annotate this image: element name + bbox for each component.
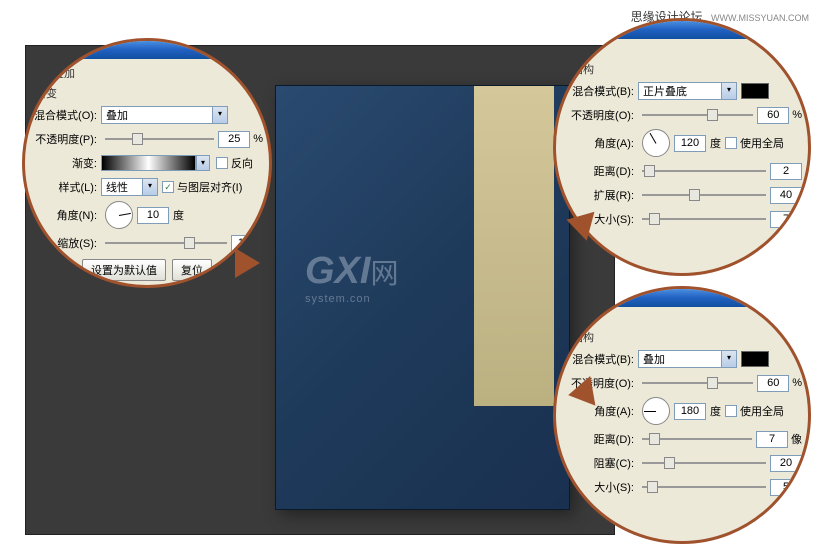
gradient-picker[interactable] [101,155,196,171]
size-slider[interactable] [642,211,766,227]
choke-slider[interactable] [642,455,766,471]
style-dropdown[interactable]: 线性▾ [101,178,158,196]
pct-label: % [792,377,802,389]
angle-unit: 度 [173,207,184,223]
spread-slider[interactable] [642,187,766,203]
angle-input[interactable]: 180 [674,403,706,420]
panel-title: 渐变叠加 [31,65,263,81]
section-label: 渐变 [35,85,263,101]
logo-sub: system.con [305,293,398,305]
opacity-slider[interactable] [105,131,214,147]
blend-mode-dropdown[interactable]: 叠加▾ [638,350,737,368]
angle-unit: 度 [710,403,721,419]
logo-tail: 网 [370,258,398,289]
chevron-down-icon[interactable]: ▾ [196,155,210,171]
angle-label: 角度(A): [568,135,638,151]
section-label: 结构 [572,329,802,345]
gradient-label: 渐变: [31,155,101,171]
blend-mode-label: 混合模式(B): [568,351,638,367]
opacity-input[interactable]: 25 [218,131,250,148]
bubble-pointer [566,376,596,410]
spread-input[interactable]: 40 [770,187,802,204]
reverse-checkbox[interactable] [216,157,228,169]
color-swatch[interactable] [741,83,769,99]
distance-label: 距离(D): [568,163,638,179]
gx-logo: GXI网 system.con [305,250,398,305]
angle-dial[interactable] [642,397,670,425]
section-label: 结构 [572,61,802,77]
blend-mode-label: 混合模式(B): [568,83,638,99]
blend-mode-label: 混合模式(O): [31,107,101,123]
global-label: 使用全局 [740,403,784,419]
opacity-slider[interactable] [642,107,753,123]
choke-input[interactable]: 20 [770,455,802,472]
spread-label: 扩展(R): [568,187,638,203]
angle-label: 角度(N): [31,207,101,223]
global-label: 使用全局 [740,135,784,151]
chevron-down-icon: ▾ [721,83,736,99]
global-checkbox[interactable] [725,137,737,149]
blend-mode-dropdown[interactable]: 正片叠底▾ [638,82,737,100]
distance-input[interactable]: 2 [770,163,802,180]
style-label: 样式(L): [31,179,101,195]
opacity-label: 不透明度(O): [568,107,638,123]
opacity-input[interactable]: 60 [757,107,789,124]
opacity-label: 不透明度(P): [31,131,101,147]
angle-dial[interactable] [642,129,670,157]
align-label: 与图层对齐(I) [177,179,242,195]
logo-main: GXI [305,250,370,292]
angle-input[interactable]: 10 [137,207,169,224]
pct-label: % [792,109,802,121]
distance-label: 距离(D): [568,431,638,447]
chevron-down-icon: ▾ [212,107,227,123]
distance-unit: 像 [791,431,802,447]
chevron-down-icon: ▾ [721,351,736,367]
reverse-label: 反向 [231,155,253,171]
opacity-input[interactable]: 60 [757,375,789,392]
opacity-slider[interactable] [642,375,753,391]
size-label: 大小(S): [568,479,638,495]
choke-label: 阻塞(C): [568,455,638,471]
angle-input[interactable]: 120 [674,135,706,152]
bubble-inner-shadow: 内阴影 结构 混合模式(B): 叠加▾ 不透明度(O): 60 % 角度(A):… [553,286,811,544]
distance-slider[interactable] [642,431,752,447]
color-swatch[interactable] [741,351,769,367]
watermark-url: WWW.MISSYUAN.COM [711,13,809,23]
chevron-down-icon: ▾ [142,179,157,195]
size-input[interactable]: 5 [770,479,802,496]
distance-input[interactable]: 7 [756,431,788,448]
scale-slider[interactable] [105,235,227,251]
size-input[interactable]: 7 [770,211,802,228]
book-strip [474,86,554,406]
pct-label: % [253,133,263,145]
angle-unit: 度 [710,135,721,151]
bubble-drop-shadow: 投影 结构 混合模式(B): 正片叠底▾ 不透明度(O): 60 % 角度(A)… [553,18,811,276]
size-slider[interactable] [642,479,766,495]
align-checkbox[interactable]: ✓ [162,181,174,193]
panel-title: 投影 [564,41,802,57]
global-checkbox[interactable] [725,405,737,417]
bubble-pointer [235,248,260,278]
angle-dial[interactable] [105,201,133,229]
distance-slider[interactable] [642,163,766,179]
blend-mode-dropdown[interactable]: 叠加▾ [101,106,228,124]
